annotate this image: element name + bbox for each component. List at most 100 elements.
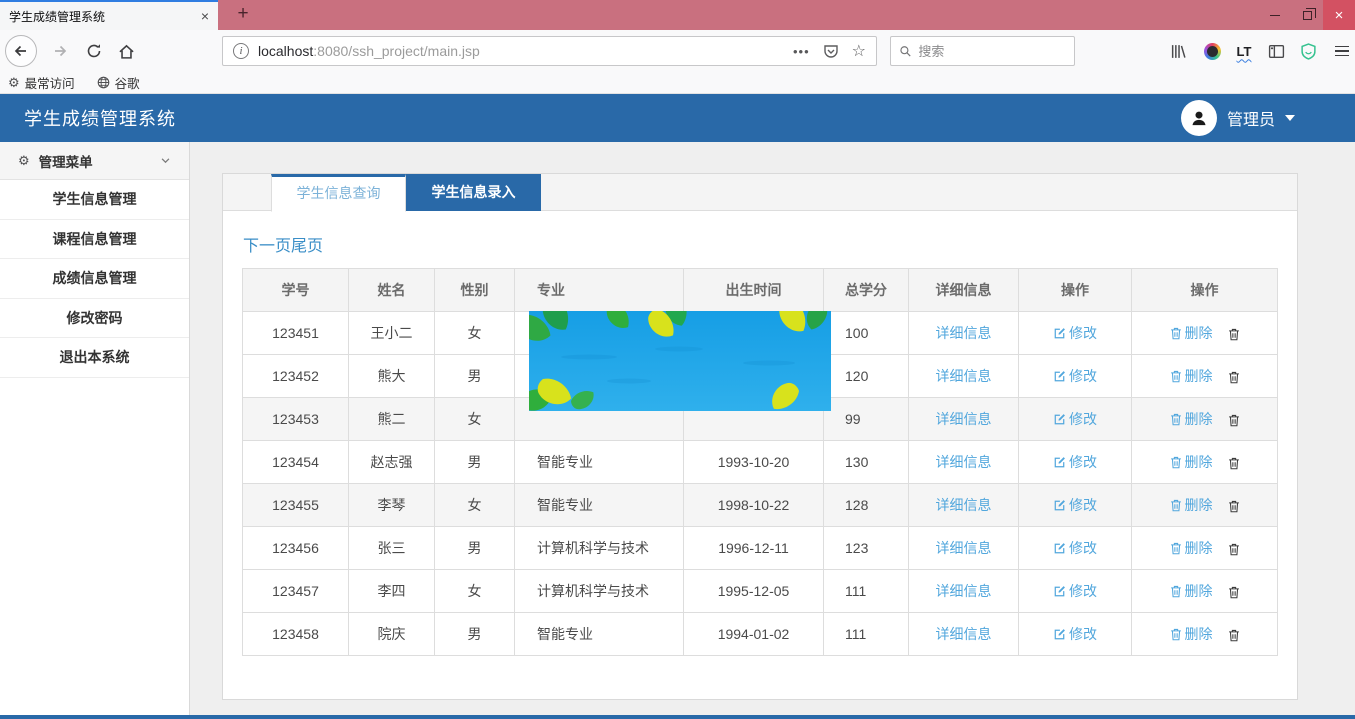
detail-link[interactable]: 详细信息 (936, 368, 992, 384)
refresh-button[interactable] (78, 35, 110, 67)
next-page-link[interactable]: 下一页 (243, 238, 291, 255)
pagination: 下一页尾页 (243, 232, 1278, 256)
decorative-leaves-image (529, 311, 831, 411)
url-text[interactable]: localhost:8080/ssh_project/main.jsp (258, 43, 784, 59)
cell-gender: 男 (435, 527, 515, 570)
edit-icon (1053, 327, 1066, 343)
cell-student-id: 123451 (243, 312, 349, 355)
trash-icon-button[interactable] (1228, 457, 1240, 473)
bookmark-most-visited[interactable]: ⚙ 最常访问 (8, 73, 75, 92)
tab-student-query[interactable]: 学生信息查询 (271, 174, 406, 212)
trash-icon (1170, 585, 1182, 601)
edit-link[interactable]: 修改 (1053, 540, 1097, 556)
trash-icon-button[interactable] (1228, 629, 1240, 645)
bookmark-star-icon[interactable]: ☆ (852, 41, 866, 61)
detail-link[interactable]: 详细信息 (936, 454, 992, 470)
trash-icon-button[interactable] (1228, 414, 1240, 430)
column-header: 操作 (1132, 269, 1278, 312)
detail-link[interactable]: 详细信息 (936, 583, 992, 599)
languagetool-button[interactable]: LT (1232, 39, 1256, 63)
cell-name: 李四 (349, 570, 435, 613)
column-header: 学号 (243, 269, 349, 312)
delete-link[interactable]: 删除 (1170, 325, 1213, 341)
sidebar-header-menu[interactable]: ⚙ 管理菜单 (0, 142, 189, 180)
cell-birthdate: 1996-12-11 (684, 527, 824, 570)
cell-credits: 130 (824, 441, 909, 484)
detail-link[interactable]: 详细信息 (936, 325, 992, 341)
cell-credits: 100 (824, 312, 909, 355)
trash-icon-button[interactable] (1228, 371, 1240, 387)
trash-icon-button[interactable] (1228, 328, 1240, 344)
sidebar-toggle-button[interactable] (1264, 39, 1288, 63)
browser-toolbar: i localhost:8080/ssh_project/main.jsp ••… (0, 30, 1355, 72)
delete-link[interactable]: 删除 (1170, 368, 1213, 384)
cell-student-id: 123458 (243, 613, 349, 656)
privacy-extension-button[interactable] (1296, 39, 1320, 63)
bookmarks-bar: ⚙ 最常访问 谷歌 (0, 72, 1355, 94)
extension-sphere-button[interactable] (1200, 39, 1224, 63)
pocket-icon[interactable] (823, 43, 839, 59)
user-menu[interactable]: 管理员 (1181, 100, 1331, 136)
back-button[interactable] (5, 35, 37, 67)
forward-button[interactable] (44, 35, 76, 67)
delete-link[interactable]: 删除 (1170, 626, 1213, 642)
trash-icon-button[interactable] (1228, 586, 1240, 602)
edit-link[interactable]: 修改 (1053, 368, 1097, 384)
url-bar[interactable]: i localhost:8080/ssh_project/main.jsp ••… (222, 36, 877, 66)
sidebar-header-label: 管理菜单 (39, 151, 93, 171)
home-button[interactable] (110, 35, 142, 67)
gear-icon: ⚙ (18, 154, 30, 167)
edit-link[interactable]: 修改 (1053, 626, 1097, 642)
search-bar[interactable] (890, 36, 1075, 66)
window-restore-button[interactable] (1291, 0, 1323, 30)
delete-link[interactable]: 删除 (1170, 583, 1213, 599)
last-page-link[interactable]: 尾页 (291, 238, 323, 255)
sidebar-menu-item[interactable]: 修改密码 (0, 299, 189, 339)
window-minimize-button[interactable] (1259, 0, 1291, 30)
sidebar-menu-item[interactable]: 学生信息管理 (0, 180, 189, 220)
tab-close-icon[interactable]: × (201, 9, 209, 23)
new-tab-button[interactable]: + (230, 0, 256, 30)
column-header: 专业 (515, 269, 684, 312)
detail-link[interactable]: 详细信息 (936, 540, 992, 556)
bookmark-label: 谷歌 (115, 73, 140, 92)
sidebar-menu-item[interactable]: 退出本系统 (0, 338, 189, 378)
tab-student-entry[interactable]: 学生信息录入 (406, 174, 541, 211)
library-button[interactable] (1166, 39, 1190, 63)
detail-link[interactable]: 详细信息 (936, 497, 992, 513)
detail-link[interactable]: 详细信息 (936, 411, 992, 427)
delete-link[interactable]: 删除 (1170, 497, 1213, 513)
bookmark-google[interactable]: 谷歌 (97, 73, 140, 92)
column-header: 性别 (435, 269, 515, 312)
edit-link[interactable]: 修改 (1053, 454, 1097, 470)
sidebar-menu-item[interactable]: 课程信息管理 (0, 220, 189, 260)
table-row: 123457 李四 女 计算机科学与技术 1995-12-05 111 详细信息… (243, 570, 1278, 613)
sidebar-menu-item[interactable]: 成绩信息管理 (0, 259, 189, 299)
window-close-button[interactable]: × (1323, 0, 1355, 30)
content-panel: 学生信息查询 学生信息录入 下一页尾页 学号 姓名 性别 专业 出生时间 总学分… (222, 173, 1298, 700)
browser-menu-button[interactable] (1330, 39, 1354, 63)
detail-link[interactable]: 详细信息 (936, 626, 992, 642)
search-input[interactable] (918, 44, 1066, 59)
edit-icon (1053, 628, 1066, 644)
cell-student-id: 123452 (243, 355, 349, 398)
delete-link[interactable]: 删除 (1170, 411, 1213, 427)
chevron-down-icon (1285, 115, 1295, 121)
app-title: 学生成绩管理系统 (24, 105, 176, 131)
edit-icon (1053, 542, 1066, 558)
hamburger-icon (1335, 46, 1349, 57)
cell-credits: 111 (824, 613, 909, 656)
trash-icon (1170, 542, 1182, 558)
trash-icon-button[interactable] (1228, 543, 1240, 559)
browser-tab[interactable]: 学生成绩管理系统 × (0, 0, 218, 30)
cell-gender: 女 (435, 570, 515, 613)
page-actions-icon[interactable]: ••• (793, 44, 810, 59)
edit-link[interactable]: 修改 (1053, 325, 1097, 341)
edit-link[interactable]: 修改 (1053, 411, 1097, 427)
site-info-icon[interactable]: i (233, 43, 249, 59)
trash-icon-button[interactable] (1228, 500, 1240, 516)
delete-link[interactable]: 删除 (1170, 540, 1213, 556)
edit-link[interactable]: 修改 (1053, 583, 1097, 599)
edit-link[interactable]: 修改 (1053, 497, 1097, 513)
delete-link[interactable]: 删除 (1170, 454, 1213, 470)
